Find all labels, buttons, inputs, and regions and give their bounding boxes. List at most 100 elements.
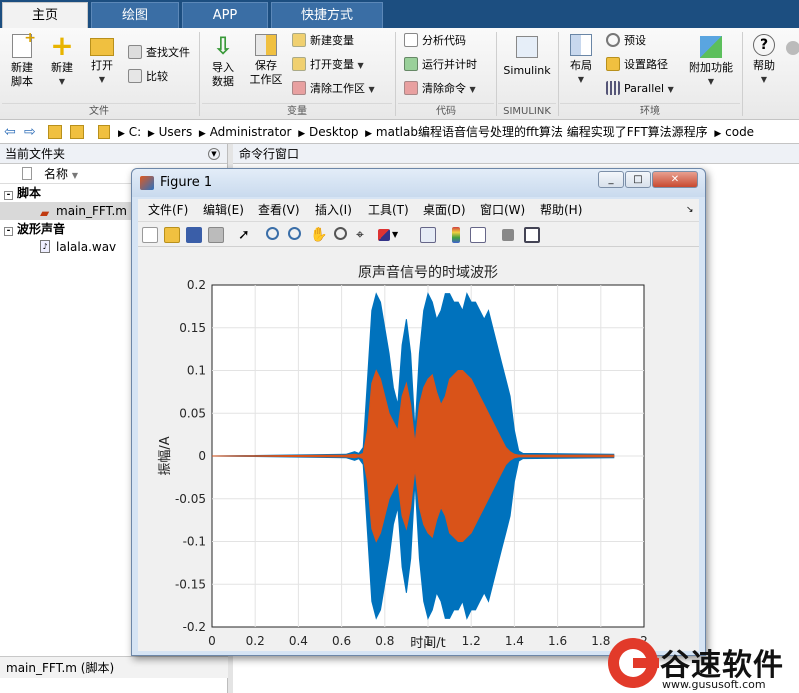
parallel-dropdown-icon: ▼: [667, 85, 674, 94]
show-tools-icon[interactable]: [524, 227, 540, 243]
brush-icon[interactable]: [378, 229, 390, 241]
compare-button[interactable]: 比较: [128, 68, 168, 86]
parallel-button[interactable]: Parallel ▼: [606, 80, 674, 98]
brush-dropdown-icon[interactable]: ▼: [392, 227, 408, 243]
community-icon[interactable]: [786, 40, 799, 58]
menu-tools[interactable]: 工具(T): [368, 199, 409, 221]
browse-folder-icon[interactable]: [70, 125, 84, 139]
crumb-administrator[interactable]: Administrator: [210, 125, 292, 139]
group-sounds-label: 波形声音: [17, 222, 66, 236]
clear-commands-button[interactable]: 清除命令 ▼: [404, 80, 476, 98]
clear-workspace-button[interactable]: 清除工作区 ▼: [292, 80, 375, 98]
tab-shortcuts[interactable]: 快捷方式: [271, 2, 383, 28]
crumb-desktop[interactable]: Desktop: [309, 125, 359, 139]
group-environment-label: 环境: [560, 103, 740, 118]
import-data-button[interactable]: ⇩ 导入 数据: [204, 34, 242, 89]
open-file-icon[interactable]: [164, 227, 180, 243]
menu-window[interactable]: 窗口(W): [480, 199, 525, 221]
menu-edit[interactable]: 编辑(E): [203, 199, 244, 221]
simulink-icon: [516, 36, 538, 58]
crumb-code[interactable]: code: [725, 125, 754, 139]
legend-icon[interactable]: [470, 227, 486, 243]
crumb-project[interactable]: matlab编程语音信号处理的fft算法 编程实现了FFT算法源程序: [376, 125, 708, 139]
compare-label: 比较: [146, 70, 168, 83]
analyze-code-button[interactable]: 分析代码: [404, 32, 466, 50]
current-folder-header: 当前文件夹 ▼: [0, 144, 227, 164]
open-variable-button[interactable]: 打开变量 ▼: [292, 56, 364, 74]
sort-icon: ▼: [71, 171, 78, 180]
menu-help[interactable]: 帮助(H): [540, 199, 582, 221]
ribbon-separator: [395, 32, 396, 116]
y-tick-label: -0.05: [175, 492, 206, 506]
minimize-button[interactable]: _: [598, 171, 624, 188]
save-workspace-label: 保存 工作区: [249, 59, 283, 86]
menu-file[interactable]: 文件(F): [148, 199, 188, 221]
addons-button[interactable]: 附加功能 ▼: [686, 34, 736, 89]
link-plot-icon[interactable]: [420, 227, 436, 243]
layout-icon: [570, 34, 592, 56]
crumb-users[interactable]: Users: [159, 125, 193, 139]
menu-view[interactable]: 查看(V): [258, 199, 300, 221]
run-and-time-icon: [404, 57, 418, 71]
tab-plots[interactable]: 绘图: [91, 2, 179, 28]
open-dropdown-icon: ▼: [98, 75, 106, 84]
layout-button[interactable]: 布局 ▼: [564, 34, 598, 87]
collapse-icon[interactable]: -: [4, 191, 13, 200]
save-workspace-button[interactable]: 保存 工作区: [246, 34, 286, 87]
simulink-button[interactable]: Simulink: [501, 34, 553, 78]
x-tick-label: 0.8: [375, 634, 394, 648]
new-label: 新建: [51, 61, 73, 74]
tab-home[interactable]: 主页: [2, 2, 88, 28]
clear-workspace-dropdown-icon: ▼: [368, 85, 375, 94]
pointer-icon[interactable]: ➚: [238, 227, 254, 243]
save-workspace-icon: [255, 34, 277, 56]
up-folder-icon[interactable]: [48, 125, 62, 139]
clear-commands-label: 清除命令: [422, 82, 466, 95]
set-path-button[interactable]: 设置路径: [606, 56, 668, 74]
run-and-time-button[interactable]: 运行并计时: [404, 56, 477, 74]
back-icon[interactable]: ⇦: [4, 120, 16, 144]
open-variable-label: 打开变量: [310, 58, 354, 71]
group-simulink-label: SIMULINK: [498, 103, 556, 118]
dock-icon[interactable]: ↘: [686, 199, 694, 221]
print-icon[interactable]: [208, 227, 224, 243]
y-tick-label: 0.1: [187, 364, 206, 378]
waveform-chart[interactable]: 00.20.40.60.811.21.41.61.82 0.20.150.10.…: [138, 247, 699, 651]
panel-menu-icon[interactable]: ▼: [208, 148, 220, 160]
zoom-in-icon[interactable]: [266, 227, 279, 240]
new-button[interactable]: + 新建 ▼: [44, 32, 80, 89]
forward-icon[interactable]: ⇨: [24, 120, 36, 144]
zoom-out-icon[interactable]: [288, 227, 301, 240]
menu-insert[interactable]: 插入(I): [315, 199, 352, 221]
data-cursor-icon[interactable]: ⌖: [356, 227, 372, 243]
figure-titlebar[interactable]: Figure 1 _ □ ✕: [132, 169, 705, 197]
close-button[interactable]: ✕: [652, 171, 698, 188]
tab-apps[interactable]: APP: [182, 2, 268, 28]
help-button[interactable]: ? 帮助 ▼: [748, 34, 780, 87]
pan-icon[interactable]: ✋: [310, 227, 327, 243]
file-lalala-wav-label: lalala.wav: [56, 240, 117, 254]
simulink-label: Simulink: [503, 64, 551, 77]
open-button[interactable]: 打开 ▼: [86, 34, 118, 87]
y-tick-label: -0.1: [183, 535, 206, 549]
new-script-button[interactable]: + 新建 脚本: [4, 31, 40, 89]
ribbon-separator: [496, 32, 497, 116]
x-tick-label: 0.4: [289, 634, 308, 648]
y-tick-label: -0.2: [183, 620, 206, 634]
ribbon-separator: [558, 32, 559, 116]
maximize-button[interactable]: □: [625, 171, 651, 188]
community-icon-glyph: [786, 41, 799, 55]
rotate-icon[interactable]: [334, 227, 347, 240]
ribbon-separator: [742, 32, 743, 116]
collapse-icon[interactable]: -: [4, 227, 13, 236]
preferences-button[interactable]: 预设: [606, 32, 646, 50]
crumb-drive[interactable]: C:: [129, 125, 141, 139]
find-files-button[interactable]: 查找文件: [128, 44, 190, 62]
group-file-label: 文件: [2, 103, 196, 118]
menu-desktop[interactable]: 桌面(D): [423, 199, 466, 221]
new-figure-icon[interactable]: [142, 227, 158, 243]
new-variable-button[interactable]: 新建变量: [292, 32, 354, 50]
save-icon[interactable]: [186, 227, 202, 243]
colorbar-icon[interactable]: [452, 227, 460, 243]
hide-tools-icon[interactable]: [502, 229, 514, 241]
